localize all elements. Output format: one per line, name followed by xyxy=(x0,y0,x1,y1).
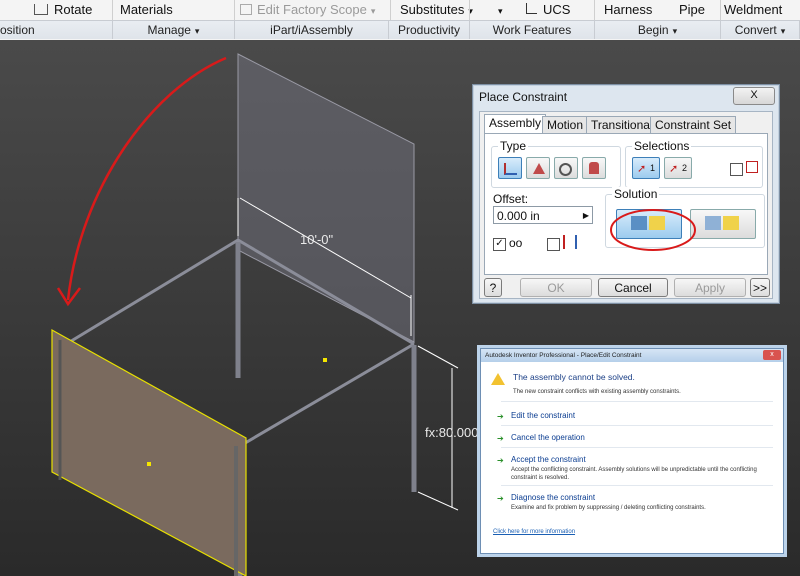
group-manage[interactable]: Manage ▾ xyxy=(113,20,235,39)
dropdown-icon: ▾ xyxy=(370,6,376,16)
option-edit-constraint[interactable]: ➔ Edit the constraint xyxy=(497,411,773,421)
first-occurrence-checkbox[interactable] xyxy=(730,163,743,176)
more-button[interactable]: >> xyxy=(750,278,770,297)
pipe-button[interactable]: Pipe xyxy=(679,0,705,20)
predict-offset-icon xyxy=(563,235,577,249)
angle-icon xyxy=(533,163,545,174)
rotate-icon xyxy=(34,4,48,15)
glasses-icon: oo xyxy=(509,236,523,250)
insert-constraint-button[interactable] xyxy=(582,157,606,179)
insert-icon xyxy=(589,162,599,174)
rotate-button[interactable]: Rotate xyxy=(34,0,92,20)
spinner-arrow-icon[interactable]: ▶ xyxy=(583,207,589,225)
mate-constraint-button[interactable] xyxy=(498,157,522,179)
selections-label: Selections xyxy=(632,139,692,153)
selected-panel xyxy=(51,328,247,576)
center-marker xyxy=(323,358,327,362)
group-position[interactable]: osition xyxy=(0,20,113,39)
error-dialog: Autodesk Inventor Professional - Place/E… xyxy=(480,348,784,554)
back-panel xyxy=(237,53,415,343)
help-button[interactable]: ? xyxy=(484,278,502,297)
dimension-height-label[interactable]: fx:80.000 xyxy=(425,425,479,440)
tab-panel: Type Selections ➚ 1 ➚ 2 Offset: 0.000 in ▶ … xyxy=(484,133,768,275)
warning-icon xyxy=(491,373,505,385)
angle-constraint-button[interactable] xyxy=(526,157,550,179)
dialog-body: Assembly Motion Transitional Constraint … xyxy=(479,111,773,299)
dimension-width-label[interactable]: 10'-0" xyxy=(300,232,333,247)
annotation-arrow xyxy=(66,56,227,301)
ribbon: Rotate Materials Edit Factory Scope ▾ Sub… xyxy=(0,0,800,41)
cancel-button[interactable]: Cancel xyxy=(598,278,668,297)
tangent-icon xyxy=(559,163,572,176)
ucs-icon xyxy=(526,3,537,14)
group-work-features[interactable]: Work Features xyxy=(470,20,595,39)
error-subheading: The new constraint conflicts with existi… xyxy=(513,389,681,395)
option-cancel-operation[interactable]: ➔ Cancel the operation xyxy=(497,433,773,443)
offset-input[interactable]: 0.000 in ▶ xyxy=(493,206,593,224)
ucs-button[interactable]: UCS xyxy=(526,0,570,20)
offset-label: Offset: xyxy=(493,192,529,206)
dropdown-icon: ▾ xyxy=(498,6,503,16)
selections-group: Selections ➚ 1 ➚ 2 xyxy=(625,139,763,188)
dialog-title: Place Constraint xyxy=(479,90,568,104)
error-heading: The assembly cannot be solved. xyxy=(513,372,635,382)
tab-transitional[interactable]: Transitional xyxy=(586,116,658,133)
dropdown-icon: ▾ xyxy=(194,26,200,36)
group-ipart-iassembly[interactable]: iPart/iAssembly xyxy=(235,20,389,39)
option-diagnose-constraint[interactable]: ➔ Diagnose the constraint Examine and fix … xyxy=(497,493,773,512)
center-marker xyxy=(147,462,151,466)
flush-solution-icon xyxy=(705,216,721,230)
materials-button[interactable]: Materials xyxy=(120,0,173,20)
arrow-right-icon: ➔ xyxy=(497,434,504,443)
group-convert[interactable]: Convert ▾ xyxy=(721,20,800,39)
pick-part-icon xyxy=(746,161,758,173)
arrow-right-icon: ➔ xyxy=(497,456,504,465)
arrow-right-icon: ➔ xyxy=(497,494,504,503)
tab-assembly[interactable]: Assembly xyxy=(484,114,547,134)
annotation-circle xyxy=(610,209,696,251)
show-preview-checkbox[interactable]: ✓ xyxy=(493,238,506,251)
cursor-icon: ➚ xyxy=(669,163,679,175)
option-accept-constraint[interactable]: ➔ Accept the constraint Accept the conflic… xyxy=(497,455,773,482)
more-info-link[interactable]: Click here for more information xyxy=(493,529,575,535)
close-button[interactable]: X xyxy=(733,87,775,105)
weldment-button[interactable]: Weldment xyxy=(724,0,782,20)
arrow-right-icon: ➔ xyxy=(497,412,504,421)
tangent-constraint-button[interactable] xyxy=(554,157,578,179)
substitutes-button[interactable]: Substitutes ▾ xyxy=(400,0,473,20)
close-icon[interactable]: x xyxy=(763,350,781,360)
dropdown-icon: ▾ xyxy=(672,26,678,36)
predict-offset-checkbox[interactable] xyxy=(547,238,560,251)
apply-button[interactable]: Apply xyxy=(674,278,746,297)
ucs-dropdown[interactable]: ▾ xyxy=(494,0,503,20)
cursor-icon: ➚ xyxy=(637,163,647,175)
type-label: Type xyxy=(498,139,529,153)
harness-button[interactable]: Harness xyxy=(604,0,652,20)
mate-icon xyxy=(504,163,517,175)
place-constraint-dialog: Place Constraint X Assembly Motion Trans… xyxy=(472,84,780,304)
selection-1-button[interactable]: ➚ 1 xyxy=(632,157,660,179)
ok-button[interactable]: OK xyxy=(520,278,592,297)
type-group: Type xyxy=(491,139,621,188)
dropdown-icon: ▾ xyxy=(780,26,786,36)
tab-motion[interactable]: Motion xyxy=(542,116,589,133)
group-begin[interactable]: Begin ▾ xyxy=(595,20,721,39)
factory-icon xyxy=(240,4,252,15)
group-productivity[interactable]: Productivity xyxy=(389,20,470,39)
error-dialog-title: Autodesk Inventor Professional - Place/E… xyxy=(481,349,783,362)
edit-factory-scope-button[interactable]: Edit Factory Scope ▾ xyxy=(240,0,375,20)
selection-2-button[interactable]: ➚ 2 xyxy=(664,157,692,179)
tab-constraint-set[interactable]: Constraint Set xyxy=(650,116,737,133)
